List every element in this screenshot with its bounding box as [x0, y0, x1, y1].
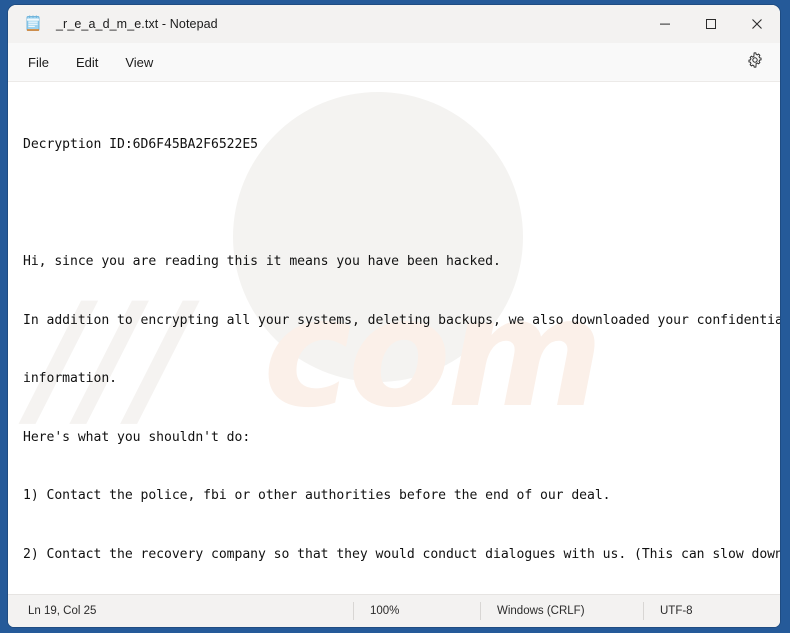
menu-item-edit[interactable]: Edit: [64, 50, 110, 75]
gear-icon: [747, 51, 763, 73]
text-line: information.: [23, 371, 117, 386]
status-encoding[interactable]: UTF-8: [643, 602, 780, 620]
text-line: In addition to encrypting all your syste…: [23, 312, 780, 328]
menu-item-view[interactable]: View: [113, 50, 165, 75]
window-title: _r_e_a_d_m_e.txt - Notepad: [56, 17, 218, 31]
text-line: Decryption ID:6D6F45BA2F6522E5: [23, 137, 258, 152]
title-bar[interactable]: _r_e_a_d_m_e.txt - Notepad: [8, 5, 780, 43]
menu-item-file[interactable]: File: [16, 50, 61, 75]
status-bar: Ln 19, Col 25 100% Windows (CRLF) UTF-8: [8, 594, 780, 627]
document-text[interactable]: Decryption ID:6D6F45BA2F6522E5 Hi, since…: [8, 82, 780, 594]
status-zoom-level[interactable]: 100%: [353, 602, 480, 620]
notepad-window: _r_e_a_d_m_e.txt - Notepad File Edit Vie…: [8, 5, 780, 627]
text-line: 2) Contact the recovery company so that …: [23, 546, 780, 562]
text-editor-area[interactable]: /// com Decryption ID:6D6F45BA2F6522E5 H…: [8, 82, 780, 594]
text-line: [23, 194, 780, 214]
notepad-icon: [24, 15, 42, 33]
maximize-button[interactable]: [688, 5, 734, 43]
window-controls: [642, 5, 780, 43]
text-line: 1) Contact the police, fbi or other auth…: [23, 488, 611, 503]
status-line-ending[interactable]: Windows (CRLF): [480, 602, 643, 620]
title-bar-left: _r_e_a_d_m_e.txt - Notepad: [8, 15, 642, 33]
close-button[interactable]: [734, 5, 780, 43]
desktop-background: _r_e_a_d_m_e.txt - Notepad File Edit Vie…: [0, 0, 790, 633]
settings-button[interactable]: [740, 47, 770, 77]
status-cursor-position: Ln 19, Col 25: [28, 605, 97, 617]
text-line: Hi, since you are reading this it means …: [23, 254, 501, 269]
text-line: Here's what you shouldn't do:: [23, 429, 251, 445]
minimize-button[interactable]: [642, 5, 688, 43]
menu-bar: File Edit View: [8, 43, 780, 82]
